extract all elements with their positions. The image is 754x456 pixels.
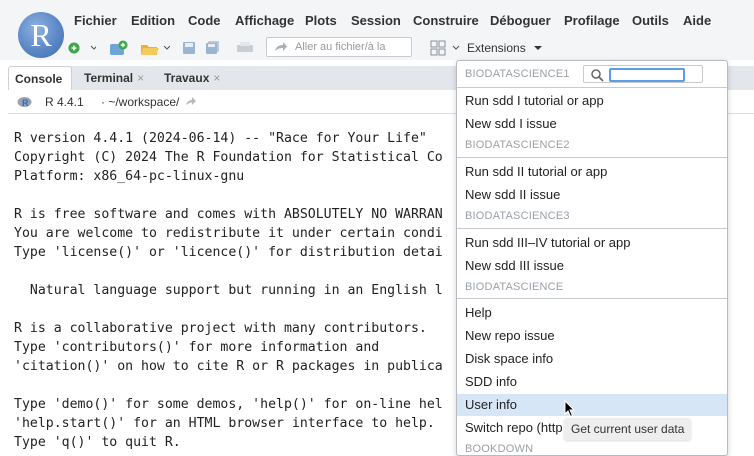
tooltip: Get current user data — [564, 418, 692, 440]
new-file-icon[interactable] — [68, 40, 96, 56]
console-line: R version 4.4.1 (2024-06-14) -- "Race fo… — [14, 131, 427, 146]
menu-affichage[interactable]: Affichage — [235, 13, 294, 28]
menu-item-new-sdd1-issue[interactable]: New sdd I issue — [457, 113, 727, 135]
goto-file-input[interactable]: Aller au fichier/à la — [266, 37, 412, 57]
divider — [457, 228, 727, 229]
console-line: Type 'demo()' for some demos, 'help()' f… — [14, 397, 443, 412]
r-logo-icon: R — [17, 97, 32, 108]
tab-console-label: Console — [15, 72, 63, 86]
extensions-dropdown: BIODATASCIENCE1 Run sdd I tutorial or ap… — [456, 60, 728, 456]
goto-directory-icon[interactable] — [185, 96, 197, 106]
menu-session[interactable]: Session — [351, 13, 401, 28]
console-line: Natural language support but running in … — [14, 283, 443, 298]
menu-item-run-sdd2[interactable]: Run sdd II tutorial or app — [457, 161, 727, 183]
section-header: BIODATASCIENCE1 — [465, 68, 570, 80]
console-line: You are welcome to redistribute it under… — [14, 226, 443, 241]
tab-terminal[interactable]: Terminal × — [78, 66, 150, 90]
menu-item-new-sdd2-issue[interactable]: New sdd II issue — [457, 184, 727, 206]
menu-outils[interactable]: Outils — [632, 13, 669, 28]
console-line: Copyright (C) 2024 The R Foundation for … — [14, 150, 443, 165]
divider — [457, 87, 727, 88]
menu-fichier[interactable]: Fichier — [74, 13, 117, 28]
search-icon — [591, 69, 604, 82]
grid-layout-icon[interactable] — [430, 40, 462, 56]
menu-item-new-repo-issue[interactable]: New repo issue — [457, 325, 727, 347]
menu-profilage[interactable]: Profilage — [564, 13, 620, 28]
r-version: R 4.4.1 — [45, 95, 84, 109]
menu-item-help[interactable]: Help — [457, 302, 727, 324]
menu-edition[interactable]: Edition — [131, 13, 175, 28]
search-input[interactable] — [609, 68, 685, 82]
tab-travaux-label: Travaux — [164, 71, 210, 85]
extensions-label: Extensions — [467, 41, 526, 55]
tab-travaux[interactable]: Travaux × — [158, 66, 226, 90]
mouse-cursor-icon — [564, 400, 576, 418]
working-directory[interactable]: · ~/workspace/ — [101, 95, 197, 109]
menu-item-sdd-info[interactable]: SDD info — [457, 371, 727, 393]
console-line: Type 'contributors()' for more informati… — [14, 340, 380, 355]
close-icon[interactable]: × — [213, 71, 220, 85]
goto-placeholder: Aller au fichier/à la — [295, 41, 386, 53]
svg-text:R: R — [22, 98, 29, 108]
menu-construire[interactable]: Construire — [413, 13, 479, 28]
console-line: R is a collaborative project with many c… — [14, 321, 427, 336]
section-header: BIODATASCIENCE — [465, 281, 564, 293]
console-line: Platform: x86_64-pc-linux-gnu — [14, 169, 245, 184]
console-line: Type 'q()' to quit R. — [14, 435, 181, 450]
menu-item-run-sdd3[interactable]: Run sdd III–IV tutorial or app — [457, 232, 727, 254]
divider — [457, 157, 727, 158]
new-project-icon[interactable] — [108, 40, 130, 56]
console-line: 'citation()' on how to cite R or R packa… — [14, 359, 443, 374]
print-icon[interactable] — [236, 40, 254, 56]
menu-item-run-sdd1[interactable]: Run sdd I tutorial or app — [457, 90, 727, 112]
menu-item-disk-space-info[interactable]: Disk space info — [457, 348, 727, 370]
dropdown-search[interactable] — [583, 65, 703, 83]
menu-bar: R Fichier Edition Code Affichage Plots S… — [0, 0, 754, 58]
rstudio-logo: R — [18, 12, 64, 58]
tab-terminal-label: Terminal — [84, 71, 134, 85]
tab-console[interactable]: Console — [8, 66, 72, 90]
close-icon[interactable]: × — [137, 71, 144, 85]
working-directory-path: · ~/workspace/ — [101, 95, 180, 109]
toolbar: Aller au fichier/à la Extensions — [0, 36, 754, 60]
menu-deboguer[interactable]: Déboguer — [490, 13, 551, 28]
console-line: R is free software and comes with ABSOLU… — [14, 207, 443, 222]
save-all-icon[interactable] — [205, 40, 221, 56]
extensions-menu-button[interactable]: Extensions — [467, 41, 543, 55]
menu-plots[interactable]: Plots — [305, 13, 337, 28]
section-header: BOOKDOWN — [465, 443, 534, 455]
divider — [457, 298, 727, 299]
section-header: BIODATASCIENCE3 — [465, 210, 570, 222]
menu-item-user-info[interactable]: User info — [457, 394, 727, 416]
menu-item-new-sdd3-issue[interactable]: New sdd III issue — [457, 255, 727, 277]
save-icon[interactable] — [182, 40, 196, 56]
console-line: 'help.start()' for an HTML browser inter… — [14, 416, 435, 431]
console-line: Type 'license()' or 'licence()' for dist… — [14, 245, 443, 260]
chevron-down-icon — [534, 46, 543, 50]
open-file-icon[interactable] — [140, 40, 170, 56]
menu-code[interactable]: Code — [188, 13, 221, 28]
section-header: BIODATASCIENCE2 — [465, 139, 570, 151]
menu-aide[interactable]: Aide — [683, 13, 711, 28]
goto-arrow-icon — [275, 42, 287, 51]
